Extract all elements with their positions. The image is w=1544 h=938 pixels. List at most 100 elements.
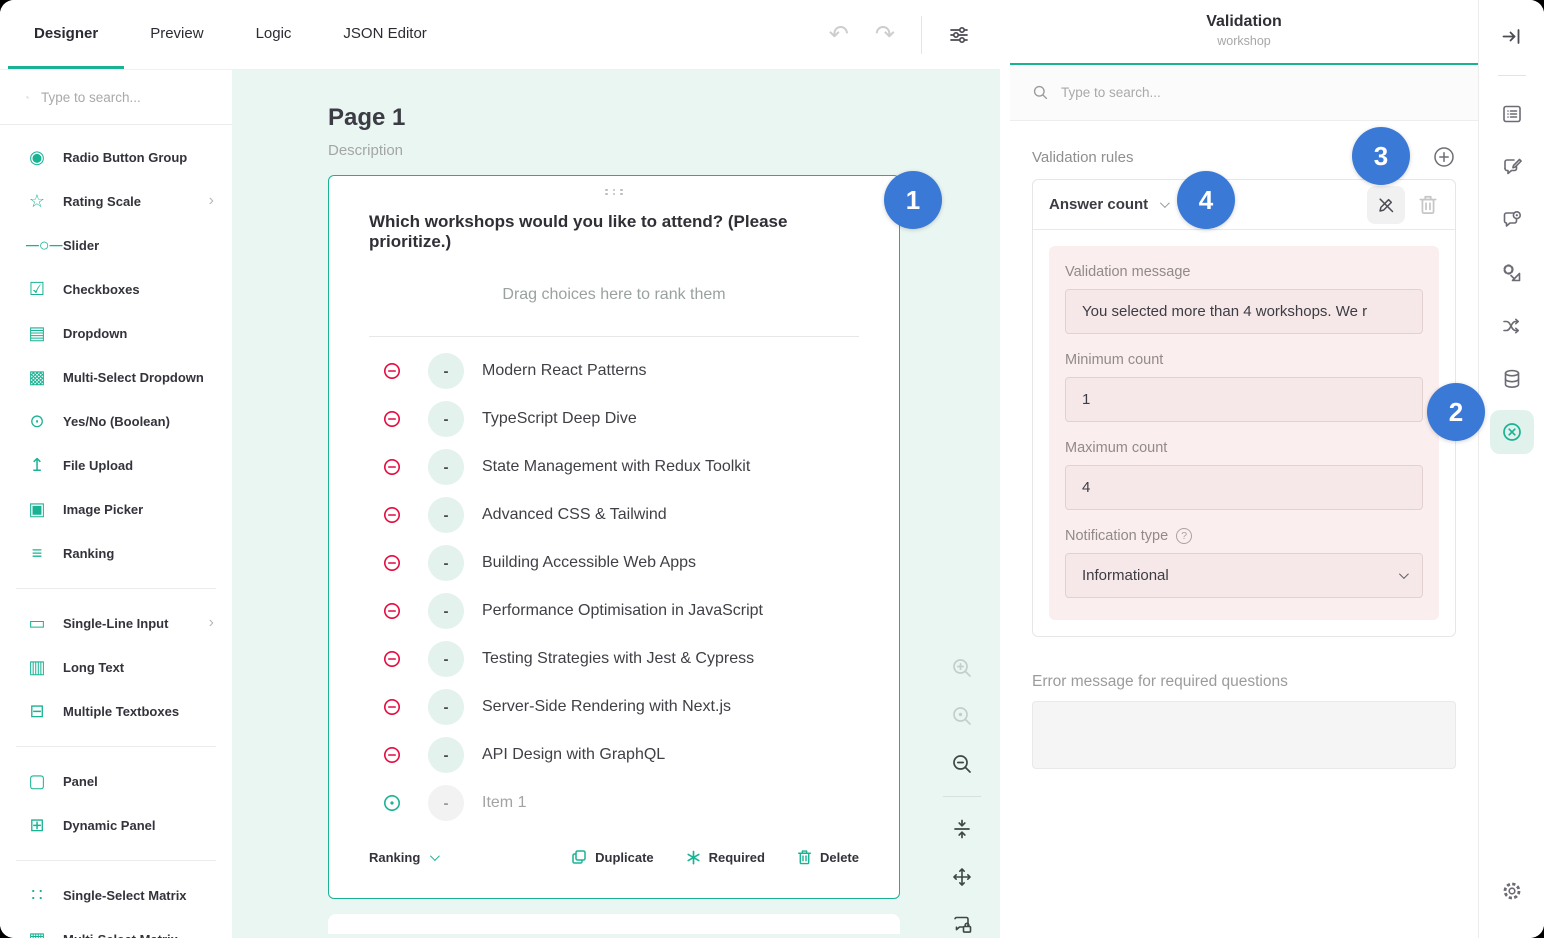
choice-label[interactable]: Server-Side Rendering with Next.js (482, 698, 731, 716)
toolbox-item[interactable]: ⊟ Multiple Textboxes (0, 689, 232, 733)
undo-button[interactable]: ↶ (829, 23, 849, 47)
choice-label[interactable]: Performance Optimisation in JavaScript (482, 602, 763, 620)
panel-settings-button[interactable] (1490, 869, 1534, 913)
choice-row[interactable]: - Testing Strategies with Jest & Cypress (369, 635, 859, 683)
zoom-out-button[interactable] (942, 744, 982, 784)
choice-label[interactable]: Testing Strategies with Jest & Cypress (482, 650, 754, 668)
choice-row[interactable]: - Performance Optimisation in JavaScript (369, 587, 859, 635)
remove-choice-button[interactable] (383, 554, 401, 572)
choice-row[interactable]: - TypeScript Deep Dive (369, 395, 859, 443)
toolbox-item[interactable]: ◉ Radio Button Group (0, 135, 232, 179)
question-type-dropdown[interactable]: Ranking (369, 850, 437, 865)
remove-choice-button[interactable] (383, 602, 401, 620)
choice-row[interactable]: - Modern React Patterns (369, 347, 859, 395)
question-title[interactable]: Which workshops would you like to attend… (369, 212, 859, 252)
toolbox-item[interactable]: ─○─ Slider (0, 223, 232, 267)
choice-label[interactable]: TypeScript Deep Dive (482, 410, 637, 428)
view-tab[interactable]: JSON Editor (317, 0, 452, 69)
toolbox-item[interactable]: ▩ Multi-Select Dropdown (0, 355, 232, 399)
tab-input-settings[interactable] (1490, 145, 1534, 189)
choice-label[interactable]: Modern React Patterns (482, 362, 647, 380)
add-choice-button[interactable] (383, 794, 401, 812)
toolbox-item[interactable]: ▣ Image Picker (0, 487, 232, 531)
choice-label[interactable]: Building Accessible Web Apps (482, 554, 696, 572)
rank-placeholder: - (444, 651, 449, 668)
delete-button[interactable]: Delete (797, 849, 859, 865)
remove-choice-button[interactable] (383, 506, 401, 524)
choice-label[interactable]: Advanced CSS & Tailwind (482, 506, 667, 524)
choice-label[interactable]: API Design with GraphQL (482, 746, 665, 764)
remove-choice-button[interactable] (383, 362, 401, 380)
zoom-in-button[interactable] (942, 648, 982, 688)
toolbox-search-input[interactable] (41, 90, 218, 105)
rule-field-input[interactable]: Informational (1065, 553, 1423, 598)
choice-row[interactable]: - Server-Side Rendering with Next.js (369, 683, 859, 731)
ranking-question-card[interactable]: Which workshops would you like to attend… (328, 175, 900, 899)
add-rule-button[interactable] (1432, 145, 1456, 169)
rule-type-dropdown[interactable]: Answer count (1049, 196, 1167, 213)
remove-choice-button[interactable] (383, 650, 401, 668)
remove-choice-button[interactable] (383, 410, 401, 428)
required-button[interactable]: Required (686, 850, 765, 865)
redo-button[interactable]: ↷ (875, 23, 895, 47)
lock-comments-button[interactable] (942, 905, 982, 938)
view-tab[interactable]: Preview (124, 0, 229, 69)
rule-field-input[interactable]: 1 (1065, 377, 1423, 422)
toolbox-item[interactable]: ☑ Checkboxes (0, 267, 232, 311)
help-icon[interactable]: ? (1176, 528, 1192, 544)
choice-row[interactable]: - Advanced CSS & Tailwind (369, 491, 859, 539)
duplicate-button[interactable]: Duplicate (571, 849, 654, 865)
required-error-input[interactable] (1032, 701, 1456, 769)
toolbox-item-label: Image Picker (63, 502, 143, 517)
rule-field-input[interactable]: You selected more than 4 workshops. We r (1065, 289, 1423, 334)
collapse-questions-button[interactable] (942, 809, 982, 849)
rule-settings-group: Validation message You selected more tha… (1049, 246, 1439, 620)
property-search-input[interactable] (1061, 85, 1456, 100)
choice-label[interactable]: State Management with Redux Toolkit (482, 458, 750, 476)
tab-data[interactable] (1490, 357, 1534, 401)
toolbar-actions: ↶ ↷ (829, 0, 1000, 69)
tab-general[interactable] (1490, 92, 1534, 136)
toolbox-item[interactable]: ☆ Rating Scale › (0, 179, 232, 223)
drag-mode-button[interactable] (942, 857, 982, 897)
rank-circle: - (428, 497, 464, 533)
tab-layout[interactable] (1490, 251, 1534, 295)
main-column: Designer Preview Logic JSON Editor ↶ ↷ (0, 0, 1000, 938)
choice-row[interactable]: - API Design with GraphQL (369, 731, 859, 779)
rule-field-input[interactable]: 4 (1065, 465, 1423, 510)
toolbox-item[interactable]: ≡ Ranking (0, 531, 232, 575)
toolbox-item[interactable]: ⊙ Yes/No (Boolean) (0, 399, 232, 443)
toolbox-item[interactable]: ▥ Long Text (0, 645, 232, 689)
creator-settings-button[interactable] (948, 24, 970, 46)
drag-handle[interactable] (603, 188, 625, 196)
toolbox-item-icon: ▢ (26, 772, 48, 790)
toolbox-item-label: Long Text (63, 660, 124, 675)
toolbox-item[interactable]: ⊞ Dynamic Panel (0, 803, 232, 847)
collapse-panel-button[interactable] (1490, 14, 1534, 58)
view-tab[interactable]: Logic (230, 0, 318, 69)
view-tab[interactable]: Designer (8, 0, 124, 69)
tab-validation[interactable] (1490, 410, 1534, 454)
delete-rule-button[interactable] (1411, 186, 1445, 224)
remove-choice-button[interactable] (383, 746, 401, 764)
toolbox-item[interactable]: ▭ Single-Line Input › (0, 601, 232, 645)
tab-choices[interactable] (1490, 198, 1534, 242)
rank-placeholder: - (444, 699, 449, 716)
choice-row[interactable]: - Building Accessible Web Apps (369, 539, 859, 587)
toolbox-item[interactable]: ∷ Single-Select Matrix (0, 873, 232, 917)
page-title[interactable]: Page 1 (328, 104, 1000, 132)
tab-logic[interactable] (1490, 304, 1534, 348)
disable-edit-button[interactable] (1367, 186, 1405, 224)
choice-row[interactable]: - State Management with Redux Toolkit (369, 443, 859, 491)
toolbox-item[interactable]: ▦ Multi-Select Matrix (0, 917, 232, 938)
next-question-card-edge[interactable] (328, 914, 900, 934)
zoom-reset-button[interactable] (942, 696, 982, 736)
add-choice-row[interactable]: - Item 1 (369, 779, 859, 827)
toolbox-item[interactable]: ▤ Dropdown (0, 311, 232, 355)
toolbox-item[interactable]: ↥ File Upload (0, 443, 232, 487)
new-item-label[interactable]: Item 1 (482, 794, 526, 812)
remove-choice-button[interactable] (383, 458, 401, 476)
page-description[interactable]: Description (328, 142, 1000, 159)
remove-choice-button[interactable] (383, 698, 401, 716)
toolbox-item[interactable]: ▢ Panel (0, 759, 232, 803)
